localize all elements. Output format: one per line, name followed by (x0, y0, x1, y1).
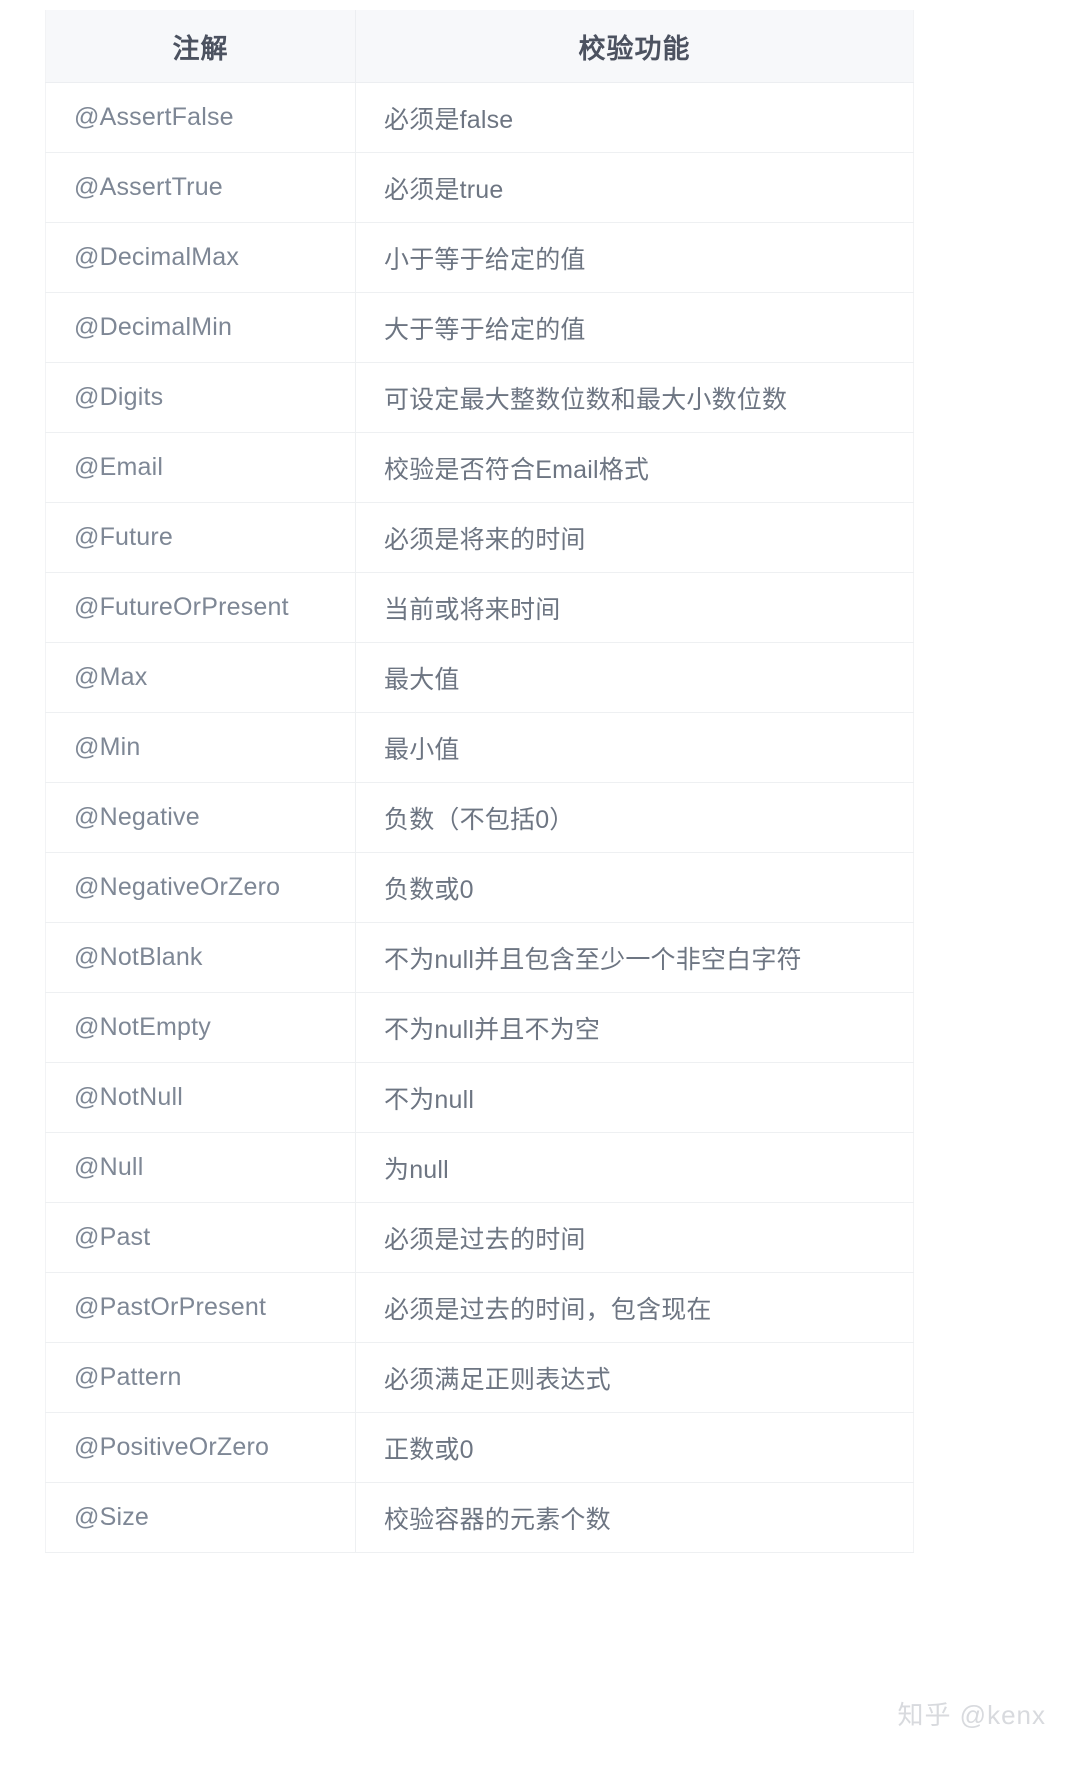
cell-annotation: @FutureOrPresent (45, 572, 356, 643)
cell-annotation: @NotEmpty (45, 992, 356, 1063)
cell-annotation: @NotBlank (45, 922, 356, 993)
watermark: 知乎 @kenx (897, 1700, 1046, 1730)
cell-description: 为null (355, 1132, 914, 1203)
cell-description: 必须是false (355, 82, 914, 153)
cell-description: 负数或0 (355, 852, 914, 923)
cell-annotation: @Size (45, 1482, 356, 1553)
cell-description: 最大值 (355, 642, 914, 713)
table-body: @AssertFalse 必须是false @AssertTrue 必须是true @D… (45, 82, 914, 1553)
table-row: @NotNull 不为null (45, 1062, 914, 1133)
cell-description: 必须满足正则表达式 (355, 1342, 914, 1413)
cell-description: 小于等于给定的值 (355, 222, 914, 293)
cell-description: 大于等于给定的值 (355, 292, 914, 363)
cell-annotation: @Null (45, 1132, 356, 1203)
cell-description: 当前或将来时间 (355, 572, 914, 643)
table-header-row: 注解 校验功能 (45, 10, 914, 83)
cell-annotation: @Min (45, 712, 356, 783)
table-row: @Max 最大值 (45, 642, 914, 713)
table-row: @Null 为null (45, 1132, 914, 1203)
cell-description: 校验容器的元素个数 (355, 1482, 914, 1553)
table-row: @Past 必须是过去的时间 (45, 1202, 914, 1273)
cell-description: 必须是true (355, 152, 914, 223)
table-row: @DecimalMax 小于等于给定的值 (45, 222, 914, 293)
table-row: @Digits 可设定最大整数位数和最大小数位数 (45, 362, 914, 433)
table-row: @Negative 负数（不包括0） (45, 782, 914, 853)
cell-annotation: @AssertTrue (45, 152, 356, 223)
cell-annotation: @PositiveOrZero (45, 1412, 356, 1483)
cell-annotation: @Max (45, 642, 356, 713)
cell-description: 不为null (355, 1062, 914, 1133)
table-row: @Pattern 必须满足正则表达式 (45, 1342, 914, 1413)
table-head: 注解 校验功能 (45, 10, 914, 83)
cell-description: 不为null并且包含至少一个非空白字符 (355, 922, 914, 993)
table-row: @Future 必须是将来的时间 (45, 502, 914, 573)
validation-annotations-table-container: 注解 校验功能 @AssertFalse 必须是false @AssertTrue 必… (45, 10, 914, 1553)
cell-description: 校验是否符合Email格式 (355, 432, 914, 503)
cell-annotation: @Digits (45, 362, 356, 433)
column-header-description: 校验功能 (355, 10, 914, 83)
table-row: @AssertFalse 必须是false (45, 82, 914, 153)
cell-description: 正数或0 (355, 1412, 914, 1483)
cell-annotation: @NegativeOrZero (45, 852, 356, 923)
cell-annotation: @DecimalMax (45, 222, 356, 293)
table-row: @Size 校验容器的元素个数 (45, 1482, 914, 1553)
cell-description: 不为null并且不为空 (355, 992, 914, 1063)
column-header-annotation: 注解 (45, 10, 356, 83)
cell-annotation: @AssertFalse (45, 82, 356, 153)
cell-description: 负数（不包括0） (355, 782, 914, 853)
cell-annotation: @NotNull (45, 1062, 356, 1133)
table-row: @FutureOrPresent 当前或将来时间 (45, 572, 914, 643)
table-row: @PastOrPresent 必须是过去的时间，包含现在 (45, 1272, 914, 1343)
cell-description: 必须是过去的时间 (355, 1202, 914, 1273)
table-row: @Email 校验是否符合Email格式 (45, 432, 914, 503)
table-row: @PositiveOrZero 正数或0 (45, 1412, 914, 1483)
cell-annotation: @Email (45, 432, 356, 503)
cell-description: 必须是将来的时间 (355, 502, 914, 573)
cell-annotation: @DecimalMin (45, 292, 356, 363)
cell-description: 可设定最大整数位数和最大小数位数 (355, 362, 914, 433)
page-root: 注解 校验功能 @AssertFalse 必须是false @AssertTrue 必… (0, 0, 1068, 1766)
cell-annotation: @Negative (45, 782, 356, 853)
cell-annotation: @Future (45, 502, 356, 573)
cell-description: 必须是过去的时间，包含现在 (355, 1272, 914, 1343)
table-row: @NotBlank 不为null并且包含至少一个非空白字符 (45, 922, 914, 993)
table-row: @DecimalMin 大于等于给定的值 (45, 292, 914, 363)
table-row: @NotEmpty 不为null并且不为空 (45, 992, 914, 1063)
cell-description: 最小值 (355, 712, 914, 783)
cell-annotation: @Pattern (45, 1342, 356, 1413)
table-row: @AssertTrue 必须是true (45, 152, 914, 223)
validation-annotations-table: 注解 校验功能 @AssertFalse 必须是false @AssertTrue 必… (45, 10, 914, 1553)
table-row: @Min 最小值 (45, 712, 914, 783)
cell-annotation: @Past (45, 1202, 356, 1273)
cell-annotation: @PastOrPresent (45, 1272, 356, 1343)
table-row: @NegativeOrZero 负数或0 (45, 852, 914, 923)
